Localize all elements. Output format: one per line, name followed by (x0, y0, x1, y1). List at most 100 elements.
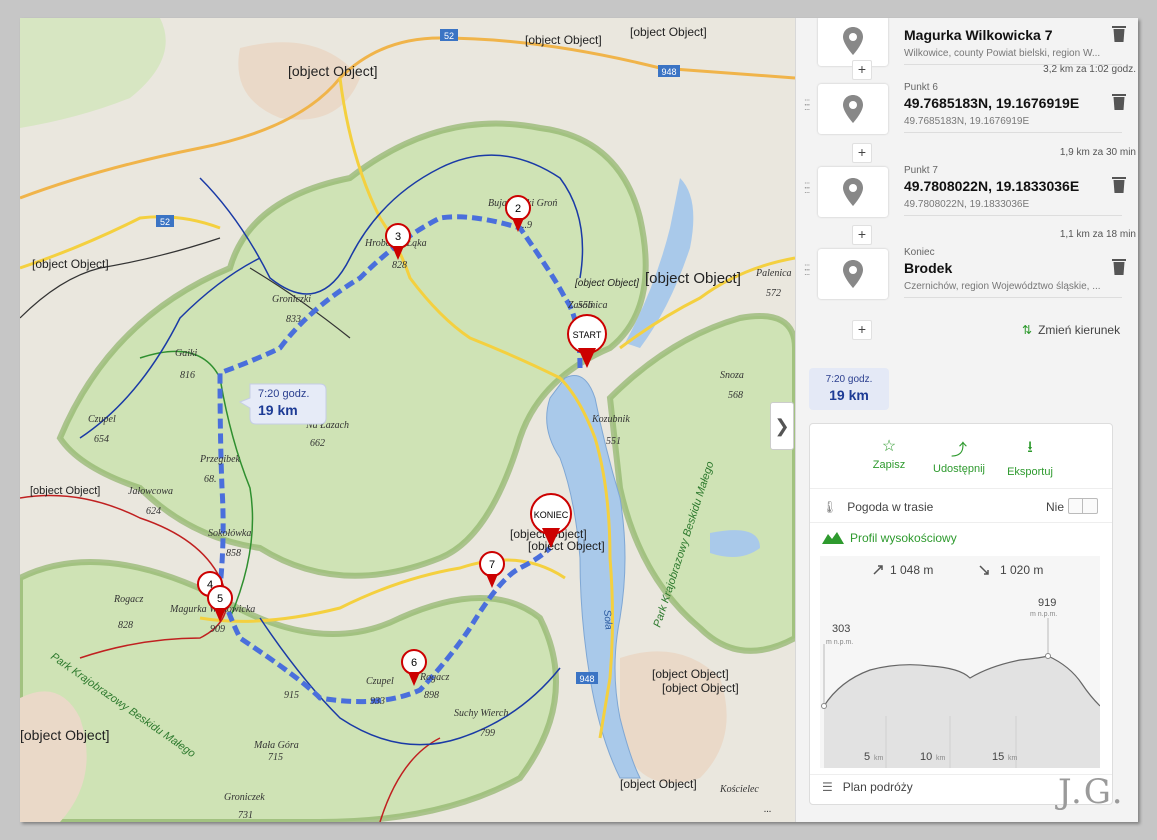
waypoint-item[interactable]: :::::: Punkt 6 49.7685183N, 19.1676919E … (804, 80, 1126, 138)
marker-label: KONIEC (534, 510, 569, 520)
elevation-unit: m n.p.m. (826, 639, 853, 646)
add-waypoint-button[interactable]: + (852, 60, 872, 80)
route-details-card: ☆ Zapisz ⤴ Udostępnij ⭳ Eksportuj 🌡 Pogoda w… (809, 423, 1113, 805)
drag-handle-icon[interactable]: :::::: (804, 181, 812, 199)
peak-height: 731 (238, 810, 253, 821)
trash-icon[interactable] (1112, 177, 1126, 193)
peak-height: 799 (480, 728, 495, 739)
peak-height: 833 (286, 314, 301, 325)
peak-height: 816 (180, 370, 195, 381)
place-label: [object Object] (652, 667, 729, 681)
place-label: [object Object] (528, 539, 605, 553)
peak-height: 551 (606, 436, 621, 447)
reverse-direction-button[interactable]: ⇅ Zmień kierunek (1022, 323, 1120, 337)
tooltip-distance: 19 km (258, 402, 298, 418)
peak-height: 915 (284, 690, 299, 701)
waypoint-item[interactable]: :::::: Koniec Brodek Czernichów, region … (804, 245, 1126, 303)
peak-height: 568 (728, 390, 743, 401)
route-summary-tab[interactable]: 7:20 godz. 19 km (809, 368, 889, 410)
map-pin-icon (843, 27, 863, 55)
add-waypoint-button[interactable]: + (852, 320, 872, 340)
peak-name: Sokołówka (208, 528, 251, 539)
plan-label: Plan podróży (842, 780, 913, 794)
divider (904, 132, 1122, 133)
list-icon: ☰ (822, 780, 833, 794)
peak-height: ..9 (522, 220, 532, 231)
waypoint-item[interactable]: :::::: Punkt 7 49.7808022N, 19.1833036E … (804, 163, 1126, 221)
share-button[interactable]: ⤴ Udostępnij (924, 436, 994, 475)
route-panel: Magurka Wilkowicka 7 Wilkowice, county P… (795, 18, 1138, 822)
add-waypoint-button[interactable]: + (852, 225, 872, 245)
drag-handle-icon[interactable]: :::::: (804, 98, 812, 116)
star-icon: ☆ (881, 438, 897, 455)
ascent-arrow-icon (873, 565, 883, 575)
divider (904, 215, 1122, 216)
marker-label: START (573, 330, 602, 340)
x-tick: 10 (920, 751, 932, 763)
elevation-profile-chart[interactable]: 1 048 m 1 020 m 303 m n.p.m. 919 m n.p.m… (820, 556, 1101, 768)
elevation-unit: m n.p.m. (1030, 611, 1057, 618)
peak-height: 715 (268, 752, 283, 763)
export-button[interactable]: ⭳ Eksportuj (995, 436, 1065, 478)
waypoint-thumbnail (818, 18, 888, 66)
profile-label: Profil wysokościowy (850, 531, 957, 545)
peak-name: Mała Góra (253, 740, 299, 751)
mountain-icon (822, 532, 844, 544)
road-number: 948 (579, 674, 594, 684)
trash-icon[interactable] (1112, 94, 1126, 110)
place-label: [object Object] (525, 33, 602, 47)
peak-height: 68. (204, 474, 217, 485)
export-label: Eksportuj (1007, 466, 1053, 478)
place-label: [object Object] (574, 278, 639, 289)
signature-watermark: J.G. (1058, 772, 1125, 812)
peak-height: ... (764, 804, 772, 815)
route-tooltip[interactable]: 7:20 godz. 19 km (238, 383, 327, 425)
collapse-panel-button[interactable]: ❯ (770, 402, 794, 450)
marker-label: 7 (489, 559, 495, 571)
leg-distance: 1,1 km za 18 min (1059, 229, 1136, 240)
waypoint-name: Brodek (904, 260, 953, 276)
place-label: [object Object] (645, 270, 741, 287)
divider (810, 522, 1112, 523)
waypoint-thumbnail (818, 167, 888, 217)
peak-name: Jałowcowa (128, 486, 173, 497)
waypoint-thumbnail (818, 84, 888, 134)
save-button[interactable]: ☆ Zapisz (854, 436, 924, 471)
peak-height: 624 (146, 506, 161, 517)
x-tick-unit: km (1008, 755, 1018, 762)
trash-icon[interactable] (1112, 259, 1126, 275)
x-tick-unit: km (874, 755, 884, 762)
drag-handle-icon[interactable]: :::::: (804, 263, 812, 281)
marker-label: 6 (411, 657, 417, 669)
peak-height: 828 (118, 620, 133, 631)
ascent-value: 1 048 m (890, 563, 933, 577)
weather-row: 🌡 Pogoda w trasie (822, 500, 933, 514)
add-waypoint-button[interactable]: + (852, 143, 872, 163)
place-label: [object Object] (662, 681, 739, 695)
app-window: 52 948 948 52 [object Object] [object Ob… (20, 18, 1138, 822)
trash-icon[interactable] (1112, 26, 1126, 42)
marker-label: 5 (217, 593, 223, 605)
peak-height: 828 (392, 260, 407, 271)
peak-height: 909 (210, 624, 225, 635)
weather-toggle[interactable] (1068, 498, 1098, 514)
save-label: Zapisz (872, 459, 906, 471)
peak-name: Suchy Wierch (454, 708, 508, 719)
tooltip-time: 7:20 godz. (258, 388, 309, 400)
map-view[interactable]: 52 948 948 52 [object Object] [object Ob… (20, 18, 795, 822)
elevation-min-label: 303 (832, 623, 850, 635)
place-label: [object Object] (30, 485, 100, 497)
waypoint-name: 49.7685183N, 19.1676919E (904, 95, 1080, 111)
road-number: 52 (160, 217, 170, 227)
waypoint-address: Czernichów, region Województwo śląskie, … (904, 281, 1101, 292)
peak-height: 933 (370, 696, 385, 707)
peak-name: Snoza (720, 370, 744, 381)
map-canvas[interactable]: 52 948 948 52 [object Object] [object Ob… (20, 18, 795, 822)
peak-name: Czupel (366, 676, 394, 687)
waypoint-label: Punkt 6 (904, 82, 938, 93)
waypoint-address: Wilkowice, county Powiat bielski, region… (904, 48, 1101, 59)
trip-plan-row[interactable]: ☰ Plan podróży (822, 780, 913, 794)
x-tick: 15 (992, 751, 1004, 763)
elevation-profile-header[interactable]: Profil wysokościowy (822, 530, 957, 545)
screenshot-frame: 52 948 948 52 [object Object] [object Ob… (0, 0, 1157, 840)
